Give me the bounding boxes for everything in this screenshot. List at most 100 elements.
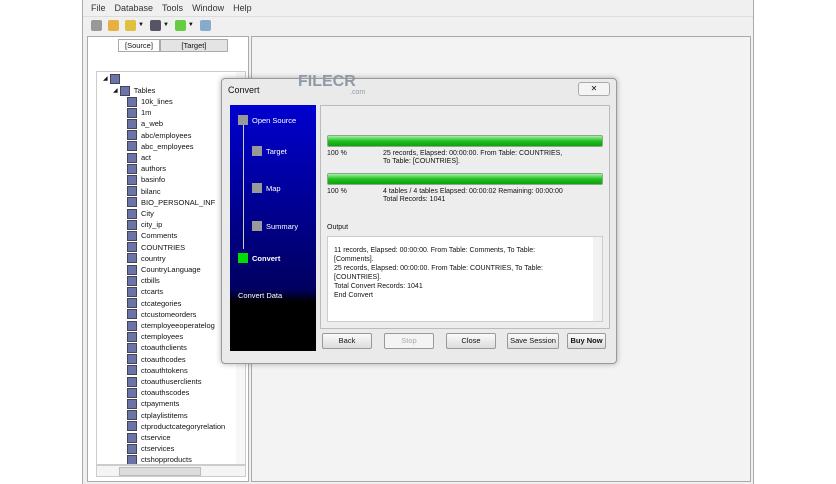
output-scrollbar[interactable] [593, 237, 602, 321]
overall-progress-percent: 100 % [327, 188, 347, 195]
tree-item[interactable]: ctoauthscodes [127, 387, 189, 398]
tree-item[interactable]: city_ip [127, 219, 162, 230]
tree-horizontal-scrollbar[interactable] [96, 465, 246, 477]
table-icon [127, 354, 137, 365]
tree-item[interactable]: ctproductcategoryrelation [127, 421, 225, 432]
table-icon [127, 152, 137, 163]
table-icon [127, 286, 137, 297]
disconnect-icon[interactable] [91, 19, 102, 31]
table-icon [127, 141, 137, 152]
tab-source[interactable]: [Source] [118, 39, 160, 52]
tree-item[interactable]: 1m [127, 107, 151, 118]
tree-item[interactable]: ctemployees [127, 331, 183, 342]
tree-item[interactable]: ctcustomeorders [127, 309, 196, 320]
table-icon [127, 219, 137, 230]
tree-item[interactable]: bilanc [127, 186, 161, 197]
table-icon [127, 443, 137, 454]
tree-item[interactable]: ctplaylistitems [127, 410, 188, 421]
tree-item[interactable]: ctservices [127, 443, 174, 454]
overall-total-records: Total Records: 1041 [383, 196, 446, 203]
table-icon [127, 253, 137, 264]
table-icon [127, 376, 137, 387]
tree-item[interactable]: abc_employees [127, 141, 194, 152]
tree-item[interactable]: abc/employees [127, 130, 191, 141]
table-icon [127, 264, 137, 275]
table-icon [127, 421, 137, 432]
table-progress-percent: 100 % [327, 150, 347, 157]
new-icon[interactable] [125, 19, 136, 31]
stop-button[interactable]: Stop [384, 333, 434, 349]
menu-tools[interactable]: Tools [162, 3, 183, 13]
output-line: [COUNTRIES]. [334, 274, 382, 281]
tree-item[interactable]: a_web [127, 118, 163, 129]
tables-icon [119, 85, 130, 96]
database-icon[interactable] [199, 19, 211, 31]
window-icon[interactable] [149, 19, 161, 31]
tree-item[interactable]: authors [127, 163, 166, 174]
chevron-down-icon[interactable]: ▼ [163, 22, 169, 28]
tree-item[interactable]: ctcategories [127, 298, 181, 309]
tree-item[interactable]: ctshopproducts [127, 454, 192, 464]
toolbar: ▼ ▼ ▼ [83, 16, 753, 34]
chevron-down-icon[interactable]: ▼ [188, 22, 194, 28]
tree-root[interactable]: ◢ [103, 73, 124, 84]
close-icon[interactable]: ✕ [578, 82, 610, 96]
table-icon [127, 387, 137, 398]
tree-tables-node[interactable]: ◢ Tables [113, 85, 155, 96]
convert-dialog: Convert ✕ Open Source Target Map Summary… [221, 78, 617, 364]
step-summary: Summary [252, 221, 298, 231]
output-log[interactable]: 11 records, Elapsed: 00:00:00. From Tabl… [327, 236, 603, 322]
chevron-down-icon[interactable]: ▼ [138, 22, 144, 28]
tree-item[interactable]: City [127, 208, 154, 219]
step-open-source: Open Source [238, 115, 296, 125]
menu-window[interactable]: Window [192, 3, 224, 13]
tree-item[interactable]: BIO_PERSONAL_INF [127, 197, 215, 208]
tree-item[interactable]: CountryLanguage [127, 264, 201, 275]
tree-item[interactable]: COUNTRIES [127, 242, 185, 253]
tree-item[interactable]: ctservice [127, 432, 171, 443]
tree-item[interactable]: ctemployeeoperatelog [127, 320, 215, 331]
tree-item[interactable]: Comments [127, 230, 177, 241]
table-icon [127, 242, 137, 253]
tree-item[interactable]: basinfo [127, 174, 165, 185]
table-icon [127, 130, 137, 141]
step-target: Target [252, 146, 287, 156]
back-button[interactable]: Back [322, 333, 372, 349]
tree-item[interactable]: ctbills [127, 275, 160, 286]
tab-target[interactable]: [Target] [159, 39, 228, 52]
table-icon [127, 186, 137, 197]
tree-item[interactable]: 10k_lines [127, 96, 173, 107]
tree-item[interactable]: ctoauthcodes [127, 354, 186, 365]
step-description: Convert Data [238, 291, 283, 300]
table-icon [127, 174, 137, 185]
save-session-button[interactable]: Save Session [507, 333, 559, 349]
table-icon [127, 197, 137, 208]
tree-item[interactable]: ctcarts [127, 286, 163, 297]
output-line: 25 records, Elapsed: 00:00:00. From Tabl… [334, 265, 543, 272]
table-icon [127, 275, 137, 286]
tree-item[interactable]: ctoauthtokens [127, 365, 188, 376]
output-line: 11 records, Elapsed: 00:00:00. From Tabl… [334, 247, 536, 254]
step-icon [252, 146, 262, 156]
menu-bar: File Database Tools Window Help [83, 0, 753, 17]
table-icon [127, 342, 137, 353]
refresh-icon[interactable] [174, 19, 186, 31]
table-icon [127, 331, 137, 342]
tree-item[interactable]: ctpayments [127, 398, 179, 409]
step-convert: Convert [238, 253, 280, 263]
output-label: Output [327, 224, 349, 231]
connect-icon[interactable] [108, 19, 119, 31]
tree-item[interactable]: ctoauthuserclients [127, 376, 201, 387]
table-icon [127, 163, 137, 174]
close-button[interactable]: Close [446, 333, 496, 349]
tree-item[interactable]: act [127, 152, 151, 163]
buy-now-button[interactable]: Buy Now [567, 333, 606, 349]
table-icon [127, 410, 137, 421]
menu-file[interactable]: File [91, 3, 106, 13]
menu-database[interactable]: Database [115, 3, 154, 13]
tree-item[interactable]: country [127, 253, 166, 264]
watermark: FILECR [298, 73, 356, 90]
menu-help[interactable]: Help [233, 3, 252, 13]
tree-item[interactable]: ctoauthclients [127, 342, 187, 353]
table-icon [127, 432, 137, 443]
